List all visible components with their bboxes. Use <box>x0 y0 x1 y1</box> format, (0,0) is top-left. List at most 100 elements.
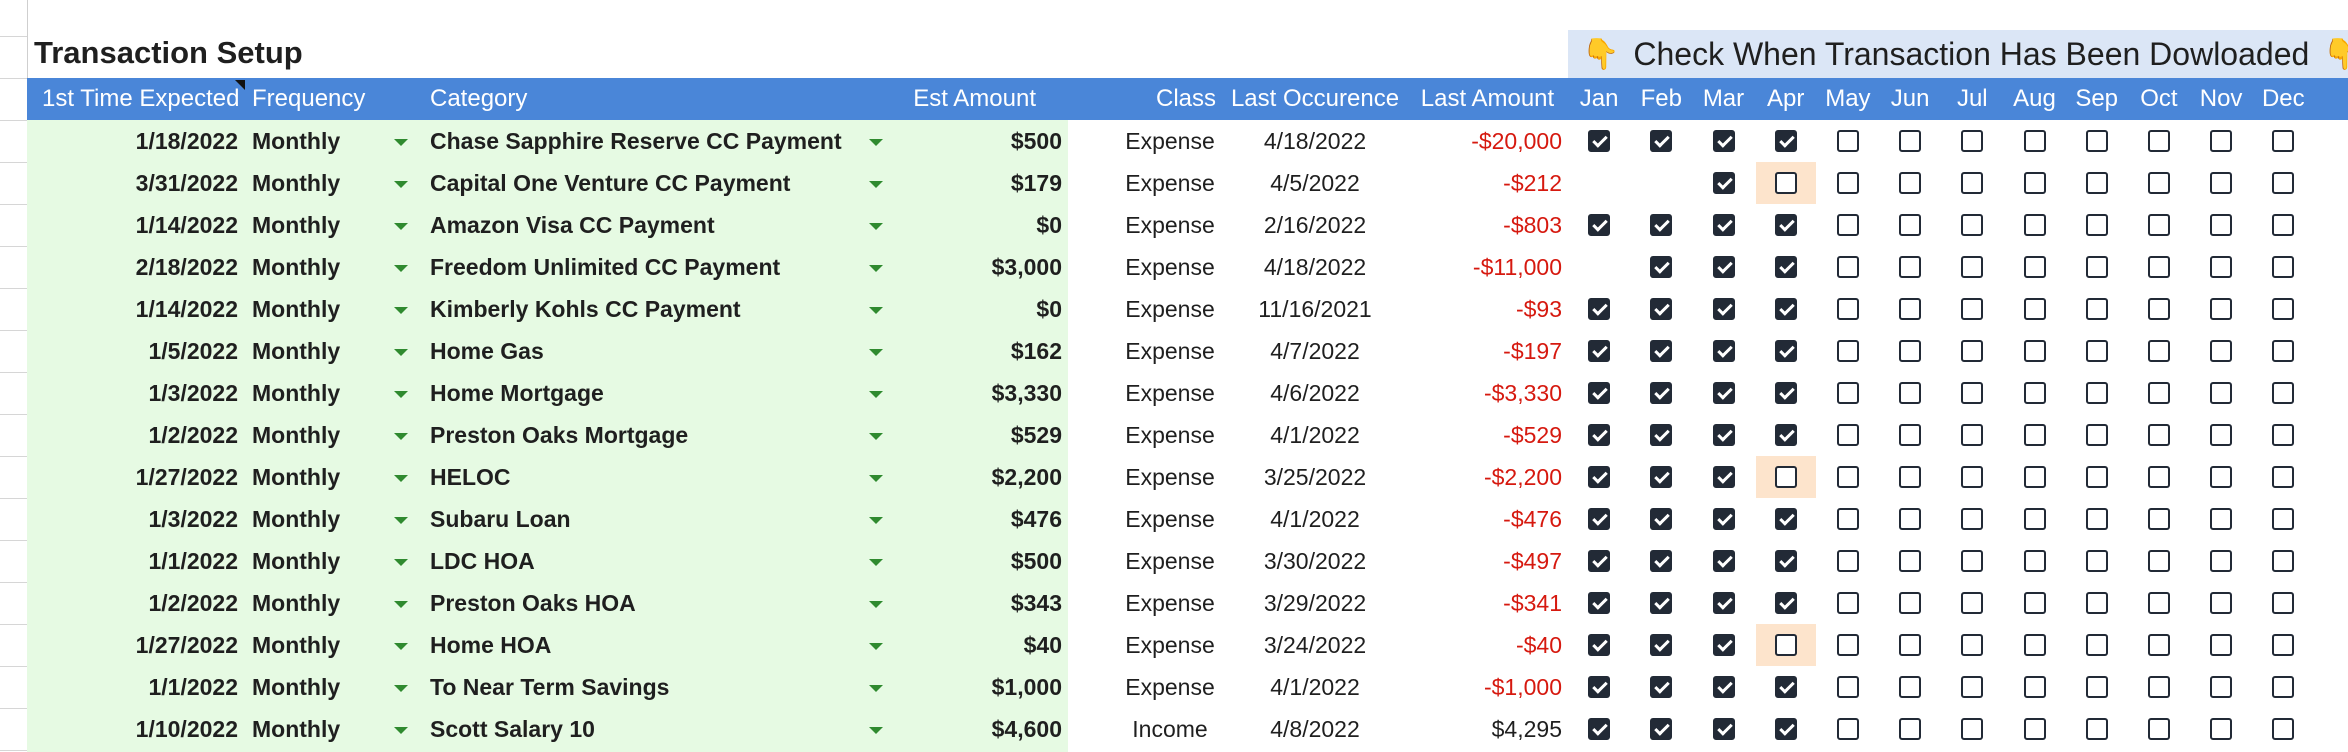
frequency-dropdown[interactable]: Monthly <box>252 414 392 456</box>
checkbox-may[interactable] <box>1836 634 1859 656</box>
checkbox-dec[interactable] <box>2272 214 2295 236</box>
dropdown-arrow-icon[interactable] <box>869 475 883 482</box>
category-dropdown[interactable]: Home Gas <box>430 330 850 372</box>
checkbox-feb[interactable] <box>1650 130 1673 152</box>
header-month-jun[interactable]: Jun <box>1879 78 1941 120</box>
checkbox-jan[interactable] <box>1588 466 1611 488</box>
frequency-dropdown[interactable]: Monthly <box>252 120 392 162</box>
checkbox-oct[interactable] <box>2147 634 2170 656</box>
frequency-dropdown[interactable]: Monthly <box>252 540 392 582</box>
first-expected-cell[interactable]: 1/10/2022 <box>60 708 238 750</box>
dropdown-arrow-icon[interactable] <box>869 139 883 146</box>
est-amount-cell[interactable]: $3,000 <box>900 246 1062 288</box>
checkbox-jul[interactable] <box>1961 466 1984 488</box>
dropdown-arrow-icon[interactable] <box>869 265 883 272</box>
header-month-dec[interactable]: Dec <box>2252 78 2314 120</box>
est-amount-cell[interactable]: $500 <box>900 120 1062 162</box>
checkbox-sep[interactable] <box>2085 466 2108 488</box>
frequency-dropdown[interactable]: Monthly <box>252 624 392 666</box>
dropdown-arrow-icon[interactable] <box>869 643 883 650</box>
checkbox-dec[interactable] <box>2272 508 2295 530</box>
dropdown-arrow-icon[interactable] <box>869 559 883 566</box>
checkbox-jun[interactable] <box>1899 382 1922 404</box>
frequency-dropdown[interactable]: Monthly <box>252 162 392 204</box>
dropdown-arrow-icon[interactable] <box>869 307 883 314</box>
frequency-dropdown[interactable]: Monthly <box>252 498 392 540</box>
header-month-feb[interactable]: Feb <box>1630 78 1692 120</box>
checkbox-aug[interactable] <box>2023 634 2046 656</box>
checkbox-dec[interactable] <box>2272 466 2295 488</box>
checkbox-oct[interactable] <box>2147 466 2170 488</box>
checkbox-nov[interactable] <box>2210 130 2233 152</box>
checkbox-nov[interactable] <box>2210 676 2233 698</box>
first-expected-cell[interactable]: 3/31/2022 <box>60 162 238 204</box>
checkbox-mar[interactable] <box>1712 382 1735 404</box>
checkbox-nov[interactable] <box>2210 634 2233 656</box>
dropdown-arrow-icon[interactable] <box>869 349 883 356</box>
checkbox-oct[interactable] <box>2147 214 2170 236</box>
est-amount-cell[interactable]: $179 <box>900 162 1062 204</box>
checkbox-mar[interactable] <box>1712 634 1735 656</box>
checkbox-sep[interactable] <box>2085 256 2108 278</box>
checkbox-dec[interactable] <box>2272 382 2295 404</box>
checkbox-may[interactable] <box>1836 550 1859 572</box>
checkbox-mar[interactable] <box>1712 466 1735 488</box>
checkbox-nov[interactable] <box>2210 214 2233 236</box>
checkbox-aug[interactable] <box>2023 676 2046 698</box>
checkbox-mar[interactable] <box>1712 592 1735 614</box>
checkbox-oct[interactable] <box>2147 424 2170 446</box>
category-dropdown[interactable]: Chase Sapphire Reserve CC Payment <box>430 120 850 162</box>
checkbox-dec[interactable] <box>2272 298 2295 320</box>
checkbox-jun[interactable] <box>1899 340 1922 362</box>
dropdown-arrow-icon[interactable] <box>394 685 408 692</box>
est-amount-cell[interactable]: $1,000 <box>900 666 1062 708</box>
checkbox-jan[interactable] <box>1588 718 1611 740</box>
checkbox-feb[interactable] <box>1650 676 1673 698</box>
checkbox-mar[interactable] <box>1712 256 1735 278</box>
checkbox-oct[interactable] <box>2147 340 2170 362</box>
checkbox-oct[interactable] <box>2147 508 2170 530</box>
dropdown-arrow-icon[interactable] <box>394 475 408 482</box>
dropdown-arrow-icon[interactable] <box>869 391 883 398</box>
category-dropdown[interactable]: HELOC <box>430 456 850 498</box>
checkbox-oct[interactable] <box>2147 298 2170 320</box>
checkbox-aug[interactable] <box>2023 214 2046 236</box>
checkbox-feb[interactable] <box>1650 466 1673 488</box>
checkbox-jul[interactable] <box>1961 340 1984 362</box>
checkbox-aug[interactable] <box>2023 382 2046 404</box>
checkbox-jan[interactable] <box>1588 298 1611 320</box>
frequency-dropdown[interactable]: Monthly <box>252 372 392 414</box>
checkbox-dec[interactable] <box>2272 718 2295 740</box>
frequency-dropdown[interactable]: Monthly <box>252 288 392 330</box>
dropdown-arrow-icon[interactable] <box>394 307 408 314</box>
frequency-dropdown[interactable]: Monthly <box>252 246 392 288</box>
est-amount-cell[interactable]: $529 <box>900 414 1062 456</box>
checkbox-aug[interactable] <box>2023 508 2046 530</box>
header-frequency[interactable]: Frequency <box>252 78 402 120</box>
header-month-oct[interactable]: Oct <box>2128 78 2190 120</box>
first-expected-cell[interactable]: 2/18/2022 <box>60 246 238 288</box>
checkbox-may[interactable] <box>1836 424 1859 446</box>
checkbox-mar[interactable] <box>1712 214 1735 236</box>
est-amount-cell[interactable]: $3,330 <box>900 372 1062 414</box>
checkbox-jul[interactable] <box>1961 130 1984 152</box>
checkbox-oct[interactable] <box>2147 718 2170 740</box>
checkbox-apr[interactable] <box>1774 676 1797 698</box>
header-month-nov[interactable]: Nov <box>2190 78 2252 120</box>
checkbox-apr[interactable] <box>1774 130 1797 152</box>
checkbox-aug[interactable] <box>2023 550 2046 572</box>
checkbox-aug[interactable] <box>2023 424 2046 446</box>
checkbox-may[interactable] <box>1836 718 1859 740</box>
checkbox-mar[interactable] <box>1712 172 1735 194</box>
checkbox-aug[interactable] <box>2023 466 2046 488</box>
header-last-occurence[interactable]: Last Occurence <box>1225 78 1405 120</box>
dropdown-arrow-icon[interactable] <box>869 685 883 692</box>
checkbox-nov[interactable] <box>2210 466 2233 488</box>
category-dropdown[interactable]: LDC HOA <box>430 540 850 582</box>
checkbox-apr[interactable] <box>1774 592 1797 614</box>
dropdown-arrow-icon[interactable] <box>394 601 408 608</box>
est-amount-cell[interactable]: $40 <box>900 624 1062 666</box>
checkbox-sep[interactable] <box>2085 718 2108 740</box>
checkbox-jul[interactable] <box>1961 634 1984 656</box>
checkbox-jan[interactable] <box>1588 340 1611 362</box>
